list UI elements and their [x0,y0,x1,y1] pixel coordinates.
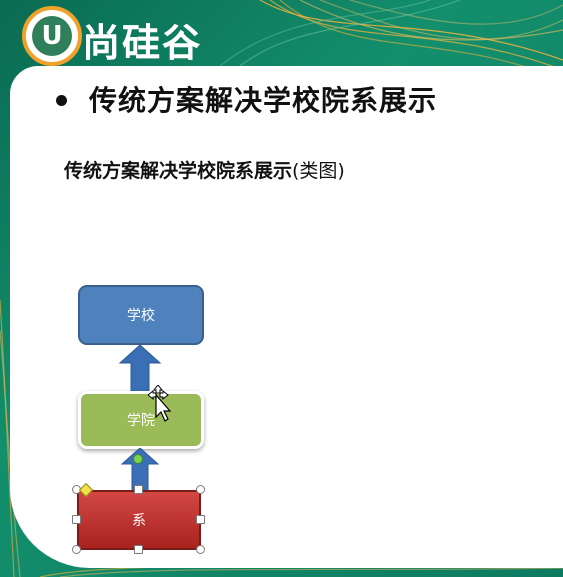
slide-title: 传统方案解决学校院系展示 [89,84,438,117]
diagram-node-school[interactable]: 学校 [78,285,204,345]
logo-badge: U [22,6,82,66]
subtitle-suffix: (类图) [292,160,345,182]
logo-text: 尚硅谷 [82,21,203,65]
logo-u-icon: U [32,16,72,56]
bullet-dot-icon [56,94,67,106]
node-label-department: 系 [132,513,146,529]
diagram-node-college[interactable]: 学院 [78,391,204,449]
slide: U 尚硅谷 传统方案解决学校院系展示 传统方案解决学校院系展示(类图) 学校 学… [0,0,563,577]
move-cursor-icon [148,385,172,422]
node-label-school: 学校 [127,308,155,324]
resize-handle-left[interactable] [72,515,81,524]
resize-handle-bottom[interactable] [134,545,143,554]
resize-handle-bottom-left[interactable] [72,545,81,554]
slide-subtitle: 传统方案解决学校院系展示(类图) [64,156,345,183]
resize-handle-top-right[interactable] [196,485,205,494]
resize-handle-right[interactable] [196,515,205,524]
rotate-handle[interactable] [133,454,143,464]
resize-handle-top[interactable] [134,485,143,494]
diagram-node-department[interactable]: 系 [77,490,201,550]
slide-title-row: 传统方案解决学校院系展示 [56,79,437,119]
resize-handle-bottom-right[interactable] [196,545,205,554]
brand-logo: U 尚硅谷 [16,6,252,66]
subtitle-main: 传统方案解决学校院系展示 [64,160,293,182]
